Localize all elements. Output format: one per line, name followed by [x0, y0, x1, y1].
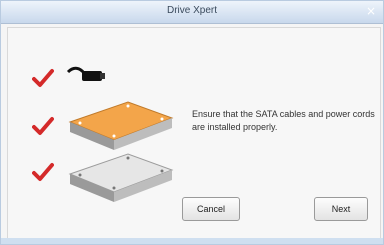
checkmark-icon [32, 163, 54, 181]
checkmark-icon [32, 117, 54, 135]
title-bar: Drive Xpert × [1, 1, 383, 24]
cancel-button[interactable]: Cancel [182, 197, 240, 221]
hard-drive-orange-icon [68, 101, 174, 150]
drive-xpert-window: Drive Xpert × Ensure that the SATA cable… [0, 0, 384, 245]
next-button[interactable]: Next [314, 197, 368, 221]
instruction-text: Ensure that the SATA cables and power co… [192, 109, 375, 132]
close-button[interactable]: × [363, 3, 379, 19]
checkmark-icon [32, 69, 54, 87]
dialog-content: Ensure that the SATA cables and power co… [7, 27, 381, 239]
bottom-strip [1, 238, 383, 244]
hard-drive-silver-icon [68, 153, 174, 202]
window-title: Drive Xpert [166, 5, 217, 16]
sata-cable-icon [66, 66, 105, 81]
